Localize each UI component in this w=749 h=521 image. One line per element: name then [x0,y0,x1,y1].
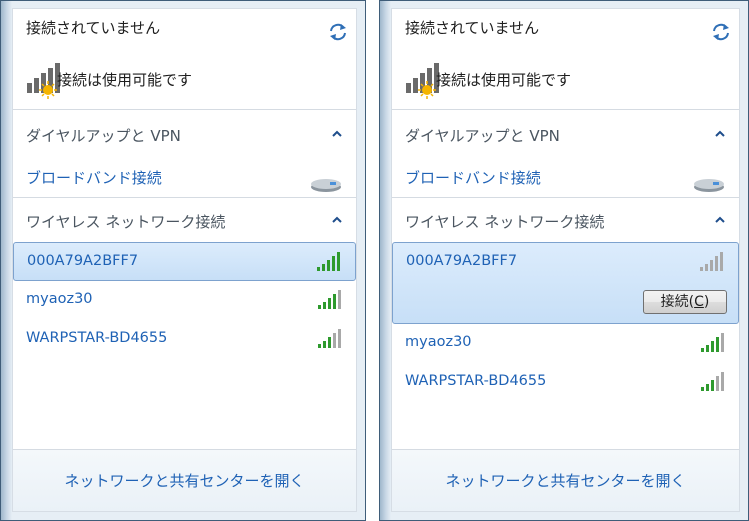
network-flyout-left: 接続されていません 接続は使用可能です ダイヤルアップと VPN ブロードバンド… [0,0,366,521]
signal-strength-icon [701,372,724,391]
network-ssid: WARPSTAR-BD4655 [405,373,547,389]
open-network-sharing-center-link[interactable]: ネットワークと共有センターを開く [392,470,739,491]
connect-button-accelerator: C [694,294,704,310]
refresh-icon[interactable] [711,23,731,41]
chevron-up-icon[interactable] [332,216,342,223]
chevron-up-icon[interactable] [715,216,725,223]
wireless-network-item[interactable]: 000A79A2BFF7 [13,242,356,281]
dialup-vpn-header[interactable]: ダイヤルアップと VPN [405,125,560,146]
connection-status-title: 接続されていません [405,19,540,37]
wireless-network-item[interactable]: myaoz30 [392,324,739,363]
flyout-footer: ネットワークと共有センターを開く [13,449,356,511]
wireless-network-item[interactable]: 000A79A2BFF7 接続(C) [392,242,739,324]
signal-strength-icon [700,252,723,271]
divider [13,109,356,110]
chevron-up-icon[interactable] [332,130,342,137]
network-flyout-right: 接続されていません 接続は使用可能です ダイヤルアップと VPN ブロードバンド… [379,0,749,521]
wireless-network-header[interactable]: ワイヤレス ネットワーク接続 [26,211,225,232]
signal-strength-icon [318,329,341,348]
network-ssid: myaoz30 [405,334,472,350]
availability-text: 接続は使用可能です [57,71,193,89]
flyout-footer: ネットワークと共有センターを開く [392,449,739,511]
dialup-vpn-header[interactable]: ダイヤルアップと VPN [26,125,181,146]
connect-button[interactable]: 接続(C) [643,290,727,314]
broadband-modem-icon [311,179,341,192]
network-ssid: WARPSTAR-BD4655 [26,330,168,346]
wireless-network-header[interactable]: ワイヤレス ネットワーク接続 [405,211,604,232]
connection-status-title: 接続されていません [26,19,161,37]
flyout-content: 接続されていません 接続は使用可能です ダイヤルアップと VPN ブロードバンド… [12,8,357,512]
network-ssid: 000A79A2BFF7 [406,253,518,269]
wireless-network-item[interactable]: myaoz30 [13,281,356,320]
availability-text: 接続は使用可能です [436,71,572,89]
signal-strength-icon [701,333,724,352]
signal-strength-icon [318,290,341,309]
connect-button-label: 接続 [660,294,689,310]
wireless-network-item[interactable]: WARPSTAR-BD4655 [13,320,356,359]
network-ssid: 000A79A2BFF7 [27,253,139,269]
open-network-sharing-center-link[interactable]: ネットワークと共有センターを開く [13,470,356,491]
broadband-connection-link[interactable]: ブロードバンド接続 [405,167,541,188]
divider [392,197,739,198]
divider [392,109,739,110]
refresh-icon[interactable] [328,23,348,41]
status-section: 接続されていません 接続は使用可能です [13,9,356,109]
broadband-connection-link[interactable]: ブロードバンド接続 [26,167,162,188]
flyout-content: 接続されていません 接続は使用可能です ダイヤルアップと VPN ブロードバンド… [391,8,740,512]
wireless-network-item[interactable]: WARPSTAR-BD4655 [392,363,739,402]
signal-strength-icon [317,252,340,271]
network-ssid: myaoz30 [26,291,93,307]
broadband-modem-icon [694,179,724,192]
divider [13,197,356,198]
chevron-up-icon[interactable] [715,130,725,137]
status-section: 接続されていません 接続は使用可能です [392,9,739,109]
